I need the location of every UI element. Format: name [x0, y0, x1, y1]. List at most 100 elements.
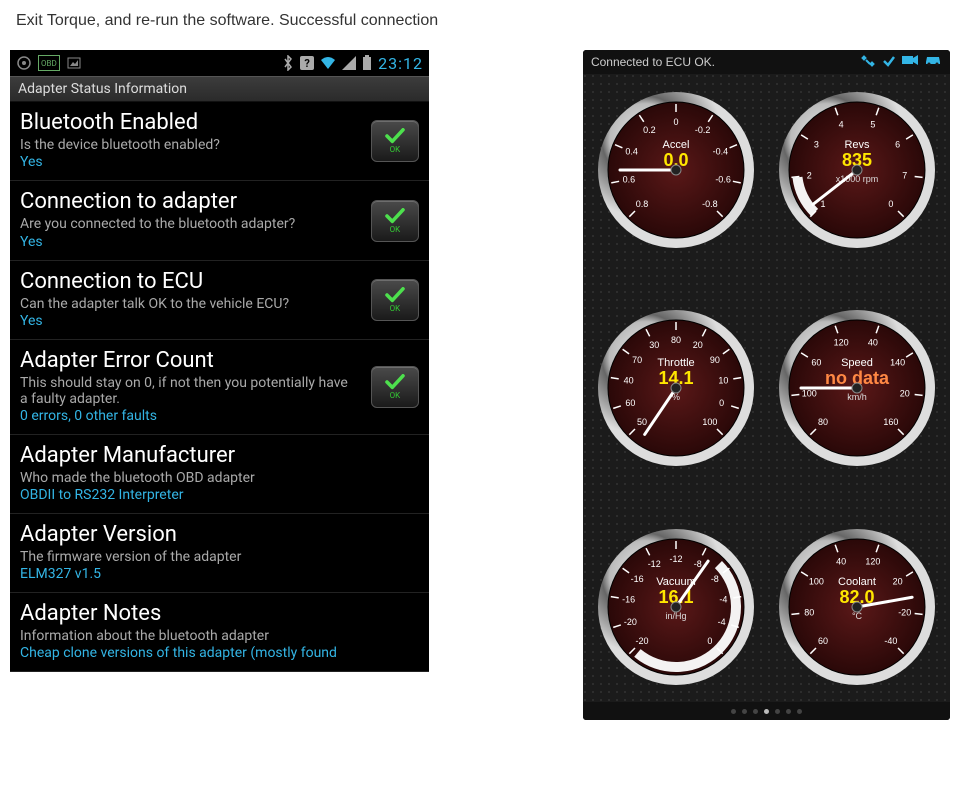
svg-text:40: 40	[623, 376, 633, 386]
status-title: Adapter Error Count	[20, 348, 419, 373]
svg-text:100: 100	[809, 577, 824, 587]
signal-icon	[342, 56, 356, 70]
status-title: Adapter Notes	[20, 601, 419, 626]
status-list: Bluetooth EnabledIs the device bluetooth…	[10, 102, 429, 672]
svg-text:90: 90	[710, 355, 720, 365]
svg-text:120: 120	[834, 338, 849, 348]
gauge-throttle[interactable]: 5060407030802090100100Throttle14.1%	[596, 308, 756, 468]
android-statusbar: OBD ? 23:12	[10, 50, 429, 76]
phone-gauges: Connected to ECU OK. 0.80.60.40.20-0.2-0…	[583, 50, 950, 720]
svg-text:2: 2	[807, 170, 812, 180]
svg-text:0.8: 0.8	[636, 199, 649, 209]
svg-text:40: 40	[836, 557, 846, 567]
status-item[interactable]: Adapter Notes Information about the bluet…	[10, 593, 429, 672]
gauges-statusbar: Connected to ECU OK.	[583, 50, 950, 74]
gauge-accel[interactable]: 0.80.60.40.20-0.2-0.4-0.6-0.8Accel0.0	[596, 90, 756, 250]
status-value: OBDII to RS232 Interpreter	[20, 487, 419, 503]
svg-text:7: 7	[902, 170, 907, 180]
svg-text:80: 80	[818, 417, 828, 427]
status-value: Yes	[20, 234, 419, 250]
section-header: Adapter Status Information	[10, 76, 429, 102]
status-value: 0 errors, 0 other faults	[20, 408, 419, 424]
svg-text:20: 20	[900, 389, 910, 399]
svg-text:140: 140	[890, 358, 905, 368]
phone-adapter-status: OBD ? 23:12	[10, 50, 429, 672]
svg-text:-16: -16	[630, 574, 643, 584]
status-desc: Are you connected to the bluetooth adapt…	[20, 216, 349, 232]
svg-text:-4: -4	[717, 617, 725, 627]
svg-text:20: 20	[893, 577, 903, 587]
svg-text:-40: -40	[885, 636, 898, 646]
svg-text:-8: -8	[693, 559, 701, 569]
gauges-grid: 0.80.60.40.20-0.2-0.4-0.6-0.8Accel0.0123…	[583, 74, 950, 702]
svg-text:0.4: 0.4	[625, 146, 638, 156]
ok-badge: OK	[371, 279, 419, 321]
status-desc: Information about the bluetooth adapter	[20, 628, 349, 644]
pager-dot[interactable]	[775, 709, 780, 714]
pager-dot[interactable]	[797, 709, 802, 714]
connection-status-text: Connected to ECU OK.	[591, 55, 715, 69]
status-title: Connection to ECU	[20, 269, 419, 294]
target-icon	[16, 55, 32, 71]
status-title: Adapter Version	[20, 522, 419, 547]
statusbar-time: 23:12	[378, 54, 423, 73]
svg-text:20: 20	[692, 341, 702, 351]
svg-text:0.6: 0.6	[622, 174, 635, 184]
svg-text:80: 80	[671, 335, 681, 345]
gauge-speed[interactable]: 80100601204014020160Speedno datakm/h	[777, 308, 937, 468]
svg-text:0: 0	[707, 636, 712, 646]
gauge-vacuum[interactable]: -20-20-16-16-12-12-8-8-4-40Vacuum16.1in/…	[596, 527, 756, 687]
svg-text:0.2: 0.2	[643, 125, 656, 135]
svg-text:-8: -8	[711, 574, 719, 584]
picture-icon	[66, 55, 82, 71]
obd-icon: OBD	[38, 55, 60, 71]
svg-text:3: 3	[814, 139, 819, 149]
status-item[interactable]: Adapter Error CountThis should stay on 0…	[10, 340, 429, 435]
status-item[interactable]: Adapter ManufacturerWho made the bluetoo…	[10, 435, 429, 514]
status-item[interactable]: Bluetooth EnabledIs the device bluetooth…	[10, 102, 429, 181]
pager-dot[interactable]	[764, 709, 769, 714]
page-indicator[interactable]	[583, 702, 950, 720]
instruction-text: Exit Torque, and re-run the software. Su…	[16, 10, 456, 32]
svg-text:30: 30	[649, 341, 659, 351]
status-item[interactable]: Connection to ECU Can the adapter talk OK…	[10, 261, 429, 340]
status-item[interactable]: Connection to adapter Are you connected t…	[10, 181, 429, 260]
battery-icon	[362, 55, 372, 71]
svg-text:80: 80	[805, 607, 815, 617]
satellite-icon	[860, 54, 876, 71]
pager-dot[interactable]	[742, 709, 747, 714]
svg-text:40: 40	[868, 338, 878, 348]
svg-text:100: 100	[702, 417, 717, 427]
pager-dot[interactable]	[786, 709, 791, 714]
status-desc: Can the adapter talk OK to the vehicle E…	[20, 296, 349, 312]
svg-text:6: 6	[895, 139, 900, 149]
ok-badge: OK	[371, 366, 419, 408]
svg-text:-4: -4	[719, 595, 727, 605]
wifi-icon	[320, 56, 336, 70]
svg-text:1: 1	[821, 199, 826, 209]
bluetooth-icon	[282, 55, 294, 71]
pager-dot[interactable]	[731, 709, 736, 714]
camera-icon	[902, 54, 918, 71]
status-desc: Is the device bluetooth enabled?	[20, 137, 349, 153]
gauge-revs[interactable]: 12345670Revs835x1000 rpm	[777, 90, 937, 250]
svg-text:-20: -20	[624, 617, 637, 627]
help-icon: ?	[300, 56, 314, 70]
status-item[interactable]: Adapter VersionThe firmware version of t…	[10, 514, 429, 593]
svg-text:5: 5	[871, 119, 876, 129]
svg-text:0: 0	[673, 117, 678, 127]
svg-text:0: 0	[889, 199, 894, 209]
status-title: Connection to adapter	[20, 189, 419, 214]
status-value: Yes	[20, 313, 419, 329]
svg-text:100: 100	[802, 389, 817, 399]
status-desc: Who made the bluetooth OBD adapter	[20, 470, 349, 486]
svg-text:-0.2: -0.2	[695, 125, 711, 135]
status-value: ELM327 v1.5	[20, 566, 419, 582]
svg-text:-20: -20	[898, 607, 911, 617]
pager-dot[interactable]	[753, 709, 758, 714]
gauge-coolant[interactable]: 60801004012020-20-40Coolant82.0°C	[777, 527, 937, 687]
svg-text:160: 160	[884, 417, 899, 427]
svg-text:4: 4	[839, 119, 844, 129]
status-value: Yes	[20, 154, 419, 170]
svg-text:10: 10	[718, 376, 728, 386]
